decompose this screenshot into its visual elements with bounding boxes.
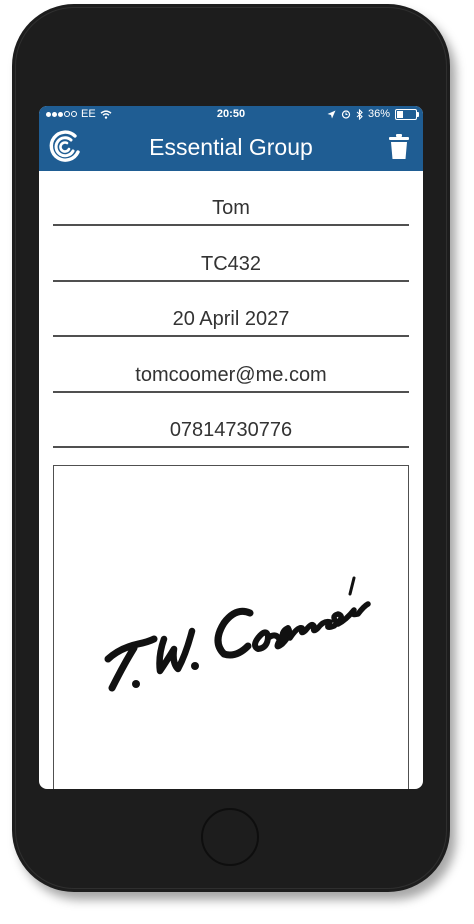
home-button[interactable] xyxy=(201,808,259,866)
page-title: Essential Group xyxy=(149,134,313,160)
navigation-bar: EE 20:50 36% Essential Group xyxy=(39,106,423,171)
battery-icon xyxy=(395,108,419,120)
signature-pad[interactable] xyxy=(53,465,409,789)
location-arrow-icon xyxy=(327,110,336,118)
code-field[interactable]: TC432 xyxy=(53,228,409,282)
trash-icon[interactable] xyxy=(389,134,409,160)
date-field[interactable]: 20 April 2027 xyxy=(53,283,409,337)
name-value: Tom xyxy=(212,197,250,219)
bluetooth-icon xyxy=(356,108,363,120)
swirl-logo-icon[interactable] xyxy=(47,128,83,164)
phone-field[interactable]: 07814730776 xyxy=(53,394,409,448)
alarm-icon xyxy=(341,110,351,119)
email-field[interactable]: tomcoomer@me.com xyxy=(53,339,409,393)
signature-drawing xyxy=(104,576,371,692)
code-value: TC432 xyxy=(200,253,262,275)
status-bar: EE 20:50 36% xyxy=(39,106,423,124)
name-field[interactable]: Tom xyxy=(53,172,409,226)
app-screen: EE 20:50 36% Essential Group Tom TC432 2… xyxy=(39,106,423,789)
date-value: 20 April 2027 xyxy=(172,308,290,330)
phone-value: 07814730776 xyxy=(169,419,293,441)
battery-percentage: 36% xyxy=(367,108,390,120)
email-value: tomcoomer@me.com xyxy=(135,364,327,386)
